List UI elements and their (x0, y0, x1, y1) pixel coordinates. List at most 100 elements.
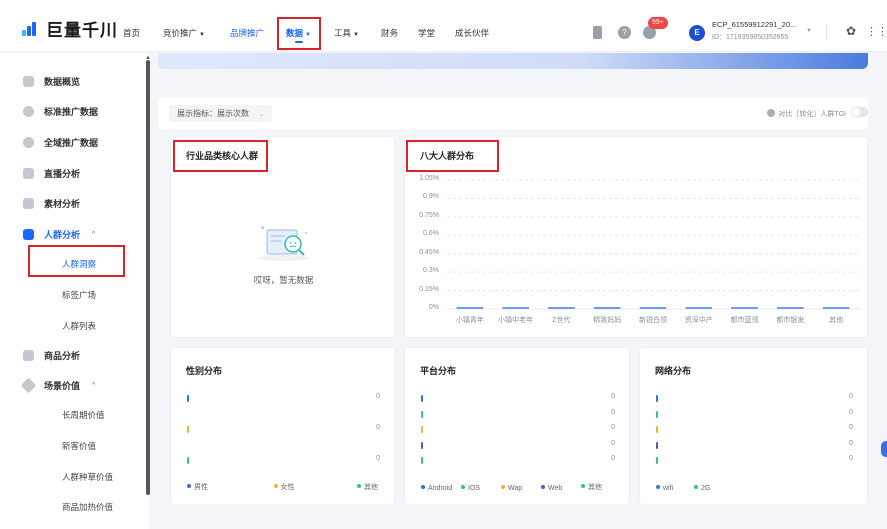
legend-item[interactable]: Wap (501, 485, 522, 492)
distribution-row: 0 (656, 455, 853, 464)
bar[interactable] (502, 307, 529, 309)
sidebar-subitem-long-term-value[interactable]: 长周期价值 (62, 409, 105, 421)
metric-select[interactable]: 展示指标：展示次数 ⌄ (169, 105, 273, 122)
top-banner (158, 53, 868, 69)
sidebar-subitem-product-heating-value[interactable]: 商品加热价值 (62, 501, 113, 513)
bar[interactable] (639, 307, 667, 309)
sidebar-item-standard-promotion-data[interactable]: 标准推广数据 (23, 105, 98, 118)
distribution-row: 0 (421, 409, 615, 418)
sidebar-scrollbar[interactable] (146, 60, 150, 495)
scroll-up-icon[interactable]: ▲ (145, 55, 151, 61)
sidebar-item-label: 场景价值 (44, 381, 81, 391)
sidebar-subitem-tag-square[interactable]: 标签广场 (62, 289, 96, 301)
metric-select-label: 展示指标：展示次数 (177, 109, 249, 118)
x-tick-label: 小镇青年 (455, 317, 484, 324)
sidebar-item-product-analysis[interactable]: 商品分析 (23, 349, 80, 362)
x-tick-label: 精致妈妈 (593, 317, 622, 324)
nav-data-label: 数据 (286, 28, 304, 38)
legend-item[interactable]: IOS (461, 485, 480, 492)
distribution-bar[interactable] (656, 395, 658, 402)
y-tick-label: 0.75% (419, 211, 439, 219)
product-icon (23, 350, 34, 361)
nav-home[interactable]: 首页 (123, 27, 140, 39)
distribution-bar[interactable] (421, 457, 423, 464)
distribution-row: 0 (187, 424, 380, 433)
nav-bidding-promotion-label: 竞价推广 (163, 28, 198, 38)
x-tick-label: 新锐白领 (638, 317, 667, 324)
nav-academy[interactable]: 学堂 (418, 27, 435, 39)
legend-item[interactable]: wifi (656, 485, 673, 492)
sidebar-item-data-overview[interactable]: 数据概览 (23, 75, 80, 88)
legend-item[interactable]: 男性 (187, 482, 208, 492)
legend-label: wifi (663, 485, 674, 492)
sidebar-item-label: 素材分析 (44, 199, 81, 209)
distribution-bar[interactable] (421, 426, 423, 433)
bar[interactable] (456, 307, 484, 309)
distribution-bar[interactable] (656, 410, 658, 418)
apps-grid-icon[interactable]: ⋮⋮ (866, 25, 887, 38)
chevron-down-icon: ▼ (305, 32, 311, 38)
sidebar-subitem-audience-list[interactable]: 人群列表 (62, 320, 96, 332)
nav-bidding-promotion[interactable]: 竞价推广 ▼ (163, 27, 205, 39)
legend-label: Wap (508, 485, 523, 492)
distribution-bar[interactable] (187, 457, 189, 464)
nav-brand-promotion[interactable]: 品牌推广 (230, 27, 264, 39)
chevron-down-icon: ▼ (199, 32, 205, 38)
distribution-bar[interactable] (421, 441, 423, 449)
bar[interactable] (822, 307, 850, 309)
x-tick-label: 都市银发 (776, 317, 805, 324)
bar[interactable] (777, 307, 804, 309)
bar[interactable] (731, 307, 758, 309)
legend-item[interactable]: 其他 (357, 482, 378, 492)
bar[interactable] (548, 307, 575, 309)
legend-label: 女性 (280, 484, 295, 491)
sidebar-item-omni-promotion-data[interactable]: 全域推广数据 (23, 136, 98, 149)
legend-item[interactable]: 女性 (273, 482, 295, 492)
distribution-bar[interactable] (187, 426, 189, 433)
sidebar-item-material-analysis[interactable]: 素材分析 (23, 197, 80, 210)
nav-finance[interactable]: 财务 (381, 27, 398, 39)
sidebar-subitem-audience-insight[interactable]: 人群洞察 (62, 258, 96, 270)
distribution-bar[interactable] (421, 410, 423, 418)
header-divider (826, 24, 827, 40)
platform-distribution-card: 平台分布 0 0 0 0 0 Android IOS Wap Web 其他 (404, 347, 630, 505)
mobile-icon[interactable] (593, 26, 602, 39)
gear-icon[interactable]: ✿ (846, 24, 856, 38)
account-chevron-down-icon[interactable]: ▼ (806, 28, 812, 34)
sidebar-subitem-seeding-value[interactable]: 人群种草价值 (62, 471, 113, 483)
distribution-bar[interactable] (656, 426, 658, 433)
legend-item[interactable]: Web (541, 485, 562, 492)
bar[interactable] (593, 307, 621, 309)
legend-dot (501, 485, 505, 489)
active-nav-indicator (295, 41, 303, 43)
compare-tgi-toggle[interactable] (851, 107, 868, 117)
logo[interactable]: 巨量千川 (22, 16, 118, 41)
distribution-value: 0 (376, 424, 380, 431)
x-tick-label: 其他 (829, 317, 844, 324)
chevron-down-icon: ⌄ (259, 112, 265, 118)
empty-data-text: 哎呀，暂无数据 (253, 275, 314, 285)
distribution-bar[interactable] (421, 395, 423, 402)
nav-tools[interactable]: 工具 ▼ (334, 27, 359, 39)
account-name[interactable]: ECP_61559912291_20... (712, 20, 796, 29)
bar[interactable] (685, 307, 713, 309)
legend-item[interactable]: 2G (694, 485, 710, 492)
distribution-bar[interactable] (187, 395, 189, 402)
sidebar-item-live-analysis[interactable]: 直播分析 (23, 167, 80, 180)
empty-data-illustration (255, 222, 315, 262)
omni-data-icon (23, 137, 34, 148)
avatar[interactable]: E (689, 25, 705, 41)
floating-assistant-button[interactable] (881, 441, 887, 457)
scene-icon (20, 377, 37, 394)
legend-item[interactable]: 其他 (581, 482, 602, 492)
legend-dot (357, 484, 361, 488)
distribution-bar[interactable] (656, 441, 658, 449)
legend-item[interactable]: Android (421, 485, 452, 492)
nav-data[interactable]: 数据 ▼ (286, 27, 311, 39)
sidebar-item-scene-value[interactable]: 场景价值 ^ (20, 377, 95, 394)
sidebar-subitem-new-customer-value[interactable]: 新客价值 (62, 440, 96, 452)
nav-growth-partner[interactable]: 成长伙伴 (455, 27, 489, 39)
distribution-bar[interactable] (656, 457, 658, 464)
sidebar-item-audience-analysis[interactable]: 人群分析 ^ (23, 228, 95, 241)
help-icon[interactable]: ? (618, 26, 631, 39)
